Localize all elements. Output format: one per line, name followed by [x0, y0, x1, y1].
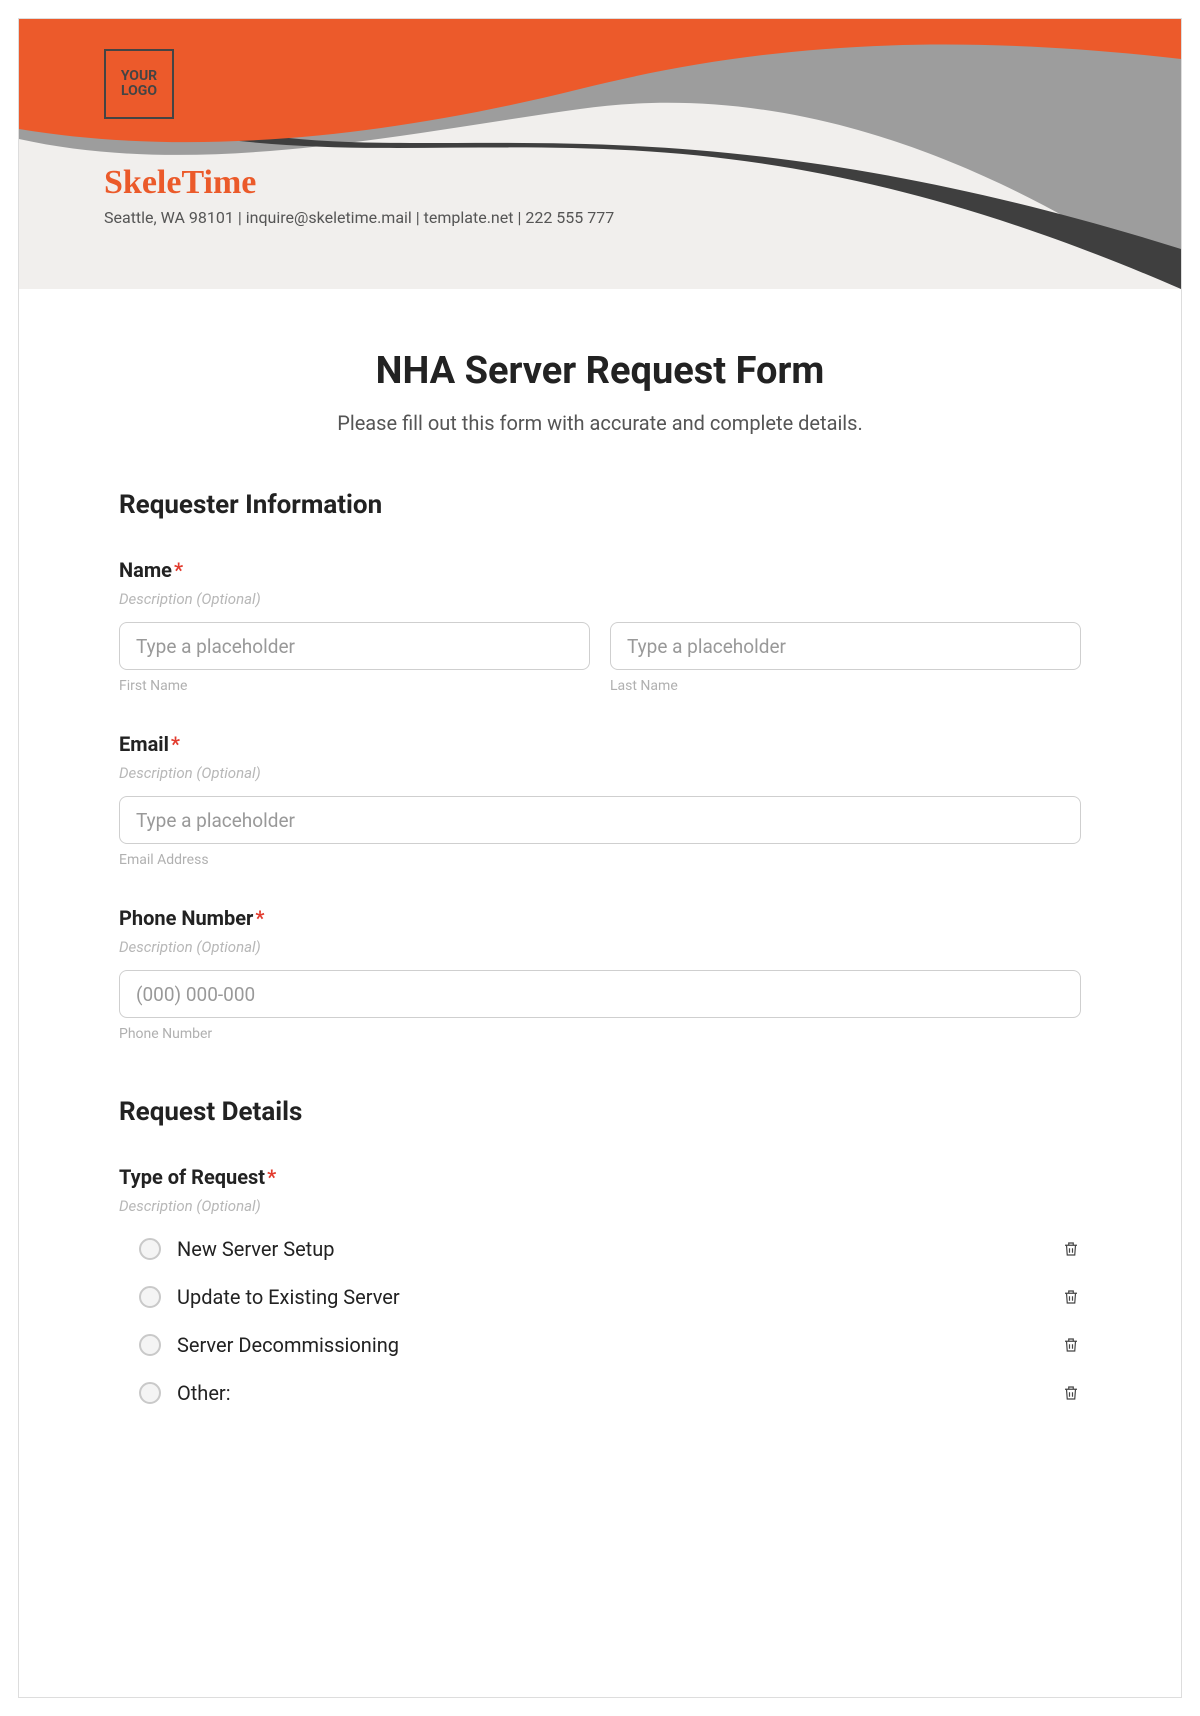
option-row: Update to Existing Server: [119, 1273, 1081, 1321]
section-details-heading: Request Details: [119, 1097, 1081, 1127]
option-row: Server Decommissioning: [119, 1321, 1081, 1369]
field-phone-desc: Description (Optional): [119, 938, 1081, 956]
field-email-label: Email*: [119, 732, 1081, 756]
logo-text: YOUR LOGO: [106, 69, 172, 100]
email-input[interactable]: Type a placeholder: [119, 796, 1081, 844]
required-marker: *: [267, 1165, 276, 1189]
first-name-sublabel: First Name: [119, 678, 590, 694]
radio-option[interactable]: [139, 1334, 161, 1356]
option-label: Other:: [177, 1381, 1045, 1405]
brand-block: SkeleTime Seattle, WA 98101 | inquire@sk…: [104, 164, 614, 227]
form-content: NHA Server Request Form Please fill out …: [19, 289, 1181, 1417]
field-phone-label-text: Phone Number: [119, 906, 253, 930]
radio-option[interactable]: [139, 1286, 161, 1308]
field-type-label-text: Type of Request: [119, 1165, 265, 1189]
required-marker: *: [174, 558, 183, 582]
option-label: New Server Setup: [177, 1237, 1045, 1261]
option-row: Other:: [119, 1369, 1081, 1417]
email-placeholder: Type a placeholder: [136, 809, 295, 832]
option-row: New Server Setup: [119, 1225, 1081, 1273]
page-title: NHA Server Request Form: [119, 349, 1081, 393]
field-phone-label: Phone Number*: [119, 906, 1081, 930]
field-name: Name* Description (Optional) Type a plac…: [119, 558, 1081, 694]
field-email-label-text: Email: [119, 732, 169, 756]
trash-icon[interactable]: [1061, 1238, 1081, 1260]
section-requester-heading: Requester Information: [119, 490, 1081, 520]
last-name-placeholder: Type a placeholder: [627, 635, 786, 658]
first-name-input[interactable]: Type a placeholder: [119, 622, 590, 670]
field-type-label: Type of Request*: [119, 1165, 1081, 1189]
trash-icon[interactable]: [1061, 1382, 1081, 1404]
field-type-request: Type of Request* Description (Optional) …: [119, 1165, 1081, 1417]
last-name-sublabel: Last Name: [610, 678, 1081, 694]
type-options: New Server Setup Update to Existing Serv…: [119, 1225, 1081, 1417]
header-banner: YOUR LOGO SkeleTime Seattle, WA 98101 | …: [19, 19, 1181, 289]
required-marker: *: [255, 906, 264, 930]
field-phone: Phone Number* Description (Optional) (00…: [119, 906, 1081, 1042]
trash-icon[interactable]: [1061, 1286, 1081, 1308]
phone-input[interactable]: (000) 000-000: [119, 970, 1081, 1018]
field-name-desc: Description (Optional): [119, 590, 1081, 608]
last-name-input[interactable]: Type a placeholder: [610, 622, 1081, 670]
page-subtitle: Please fill out this form with accurate …: [119, 411, 1081, 435]
phone-placeholder: (000) 000-000: [136, 983, 255, 1006]
field-name-label: Name*: [119, 558, 1081, 582]
wave-orange: [19, 19, 1181, 289]
trash-icon[interactable]: [1061, 1334, 1081, 1356]
radio-option[interactable]: [139, 1238, 161, 1260]
phone-sublabel: Phone Number: [119, 1026, 1081, 1042]
option-label: Server Decommissioning: [177, 1333, 1045, 1357]
email-sublabel: Email Address: [119, 852, 1081, 868]
field-type-desc: Description (Optional): [119, 1197, 1081, 1215]
brand-name: SkeleTime: [104, 164, 614, 202]
option-label: Update to Existing Server: [177, 1285, 1045, 1309]
field-name-label-text: Name: [119, 558, 172, 582]
logo-placeholder: YOUR LOGO: [104, 49, 174, 119]
radio-option[interactable]: [139, 1382, 161, 1404]
field-email-desc: Description (Optional): [119, 764, 1081, 782]
field-email: Email* Description (Optional) Type a pla…: [119, 732, 1081, 868]
brand-contact: Seattle, WA 98101 | inquire@skeletime.ma…: [104, 208, 614, 227]
required-marker: *: [171, 732, 180, 756]
first-name-placeholder: Type a placeholder: [136, 635, 295, 658]
document-page: YOUR LOGO SkeleTime Seattle, WA 98101 | …: [18, 18, 1182, 1698]
